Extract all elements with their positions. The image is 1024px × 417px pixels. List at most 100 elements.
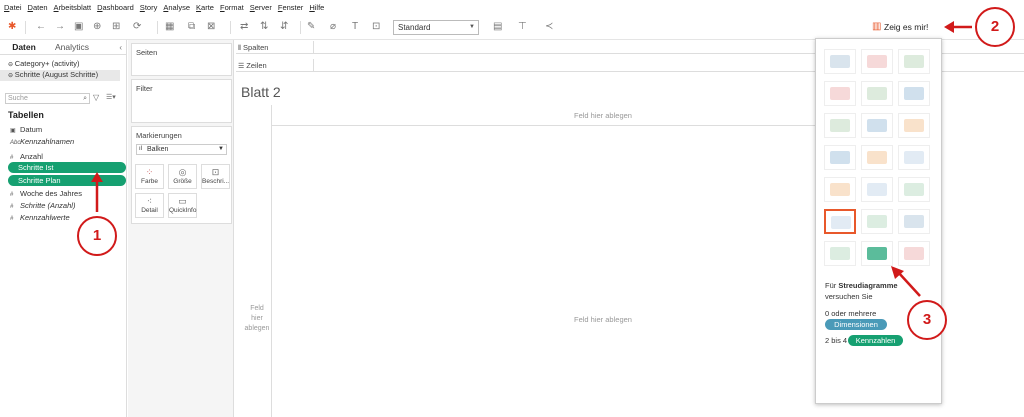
field-label: Schritte (Anzahl) — [20, 201, 76, 210]
chart-type-option[interactable] — [898, 209, 930, 234]
sheet-title[interactable]: Blatt 2 — [241, 84, 281, 100]
chart-thumbnail-icon — [867, 151, 887, 164]
show-me-button[interactable]: Zeig es mir! — [884, 22, 928, 32]
chart-type-option[interactable] — [861, 81, 893, 106]
filters-card[interactable]: Filter — [131, 79, 232, 123]
chart-type-option[interactable] — [898, 49, 930, 74]
menu-item[interactable]: Daten — [28, 3, 48, 12]
chart-type-option[interactable] — [824, 113, 856, 138]
menu-item[interactable]: Dashboard — [97, 3, 134, 12]
size-label: Größe — [173, 178, 192, 185]
chart-type-option[interactable] — [898, 113, 930, 138]
highlight-icon[interactable]: ✎ — [307, 22, 315, 32]
field-schritte-plan[interactable]: Schritte Plan — [8, 175, 126, 186]
chart-thumbnail-icon — [904, 215, 924, 228]
show-cards-icon[interactable]: ▤ — [493, 22, 502, 32]
chart-type-option[interactable] — [824, 81, 856, 106]
sort-desc-icon[interactable]: ⇵ — [280, 22, 288, 32]
field-schritte-ist[interactable]: Schritte Ist — [8, 162, 126, 173]
chart-type-option[interactable] — [898, 145, 930, 170]
menu-bar: Datei Daten Arbeitsblatt Dashboard Story Anal… — [0, 0, 1024, 15]
label-button[interactable]: ⊡ Beschri... — [201, 164, 230, 189]
filters-title: Filter — [136, 84, 153, 93]
datasource-item-selected[interactable]: ⊖ Schritte (August Schritte) — [0, 70, 120, 81]
chart-thumbnail-icon — [831, 216, 851, 229]
chart-type-option[interactable] — [861, 145, 893, 170]
chart-type-option[interactable] — [861, 177, 893, 202]
chart-type-option[interactable] — [898, 241, 930, 266]
list-view-icon[interactable]: ☰▾ — [106, 93, 116, 101]
duplicate-icon[interactable]: ⧉ — [188, 22, 195, 32]
chart-type-option[interactable] — [824, 177, 856, 202]
filter-icon[interactable]: ▽ — [93, 93, 99, 102]
field-label: Anzahl — [20, 152, 43, 161]
tooltip-button[interactable]: ▭ QuickInfo — [168, 193, 197, 218]
drop-zone-center[interactable]: Feld hier ablegen — [574, 315, 632, 324]
field-kennzahlwerte[interactable]: # Kennzahlwerte — [10, 212, 70, 225]
chart-thumbnail-icon — [904, 55, 924, 68]
chart-type-option[interactable] — [824, 145, 856, 170]
pages-title: Seiten — [136, 48, 158, 57]
fix-axes-icon[interactable]: ⊡ — [372, 22, 380, 32]
chart-type-option[interactable] — [898, 81, 930, 106]
search-input[interactable]: Suche ⌕ — [5, 93, 90, 104]
collapse-icon[interactable]: ‹ — [119, 40, 122, 54]
menu-item[interactable]: Fenster — [278, 3, 303, 12]
color-label: Farbe — [141, 178, 158, 185]
menu-item[interactable]: Analyse — [163, 3, 190, 12]
field-label: Schritte Ist — [18, 163, 54, 172]
datasource-item[interactable]: ⊖ Category+ (activity) — [0, 59, 126, 70]
presentation-icon[interactable]: ⊤ — [518, 22, 527, 32]
group-icon[interactable]: ⌀ — [330, 22, 336, 32]
meas-prefix: 2 bis 4 — [825, 336, 848, 345]
sort-asc-icon[interactable]: ⇅ — [260, 22, 268, 32]
chevron-down-icon: ▼ — [469, 24, 475, 30]
menu-item[interactable]: Server — [250, 3, 272, 12]
fit-select[interactable]: Standard ▼ — [393, 20, 479, 35]
pause-icon[interactable]: ⊞ — [112, 22, 120, 32]
menu-item[interactable]: Format — [220, 3, 244, 12]
new-datasource-icon[interactable]: ⊕ — [93, 22, 101, 32]
size-button[interactable]: ◎ Größe — [168, 164, 197, 189]
drop-zone-top[interactable]: Feld hier ablegen — [574, 111, 632, 120]
labels-icon[interactable]: T — [352, 22, 358, 32]
tab-analytics[interactable]: Analytics — [48, 40, 96, 54]
color-button[interactable]: ⁘ Farbe — [135, 164, 164, 189]
mark-type-select[interactable]: ıl Balken ▼ — [136, 144, 227, 155]
forward-icon[interactable]: → — [55, 22, 65, 32]
chart-type-option[interactable] — [824, 209, 856, 234]
menu-item[interactable]: Karte — [196, 3, 214, 12]
drop-zone-left[interactable]: Feld hier ablegen — [243, 304, 271, 334]
swap-icon[interactable]: ⇄ — [240, 22, 248, 32]
chart-type-option[interactable] — [861, 241, 893, 266]
menu-item[interactable]: Datei — [4, 3, 22, 12]
chart-type-option[interactable] — [861, 209, 893, 234]
chart-type-option[interactable] — [824, 241, 856, 266]
share-icon[interactable]: ≺ — [545, 22, 553, 32]
datasource-label: Category+ (activity) — [14, 59, 80, 68]
save-icon[interactable]: ▣ — [74, 22, 83, 32]
menu-item[interactable]: Story — [140, 3, 158, 12]
toolbar: ✱ ← → ▣ ⊕ ⊞ ⟳ ▦ ⧉ ⊠ ⇄ ⇅ ⇵ ✎ ⌀ T ⊡ Standa… — [0, 15, 1024, 40]
new-sheet-icon[interactable]: ▦ — [165, 22, 174, 32]
mark-type-value: Balken — [147, 146, 169, 153]
refresh-icon[interactable]: ⟳ — [133, 22, 141, 32]
menu-item[interactable]: Arbeitsblatt — [54, 3, 92, 12]
chart-thumbnail-icon — [904, 247, 924, 260]
chart-type-option[interactable] — [824, 49, 856, 74]
clear-icon[interactable]: ⊠ — [207, 22, 215, 32]
detail-button[interactable]: ⁖ Detail — [135, 193, 164, 218]
chart-type-option[interactable] — [861, 113, 893, 138]
chart-thumbnail-icon — [830, 151, 850, 164]
pages-card[interactable]: Seiten — [131, 43, 232, 76]
drop-left-line: hier — [251, 315, 263, 322]
back-icon[interactable]: ← — [36, 22, 46, 32]
chart-thumbnail-icon — [830, 55, 850, 68]
chevron-down-icon: ▼ — [218, 146, 224, 152]
chart-type-option[interactable] — [861, 49, 893, 74]
field-kennzahlnamen[interactable]: AbcKennzahlnamen — [10, 136, 74, 149]
fit-select-value: Standard — [398, 23, 431, 32]
menu-item[interactable]: Hilfe — [309, 3, 324, 12]
tab-data[interactable]: Daten — [0, 40, 48, 54]
chart-type-option[interactable] — [898, 177, 930, 202]
